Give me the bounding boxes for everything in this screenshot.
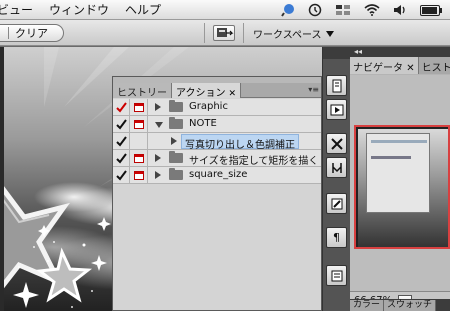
- clear-button-label: クリア: [15, 27, 48, 40]
- divider: [204, 23, 205, 43]
- check-icon: [116, 118, 127, 130]
- color-panel-tabs: カラー スウォッチ: [350, 299, 450, 311]
- action-row[interactable]: 写真切り出し＆色調補正: [113, 133, 321, 151]
- check-icon: [116, 152, 127, 164]
- action-set-row[interactable]: Graphic: [113, 99, 321, 116]
- menu-bar: ビュー ウィンドウ ヘルプ: [0, 0, 450, 20]
- wifi-icon[interactable]: [364, 4, 380, 16]
- action-set-row[interactable]: サイズを指定して矩形を描く: [113, 150, 321, 167]
- tab-navigator-label: ナビゲータ: [353, 63, 403, 74]
- action-label-selected: 写真切り出し＆色調補正: [181, 134, 299, 151]
- tab-actions-label: アクション: [176, 88, 226, 99]
- play-icon[interactable]: [326, 99, 347, 120]
- check-icon: [116, 135, 127, 147]
- dialog-toggle[interactable]: [130, 150, 148, 166]
- check-icon: [116, 169, 127, 181]
- tab-history-2-label: ヒスト: [421, 63, 450, 74]
- toggle-checkbox[interactable]: [114, 99, 130, 115]
- sync-icon[interactable]: [281, 3, 295, 17]
- action-set-row[interactable]: square_size: [113, 167, 321, 184]
- paragraph-icon[interactable]: ¶: [326, 227, 347, 248]
- panel-menu-icon[interactable]: ▾≡: [308, 85, 319, 94]
- notes-icon[interactable]: [326, 265, 347, 286]
- navigator-preview-area: [350, 75, 450, 291]
- swap-icon[interactable]: [326, 157, 347, 178]
- collapse-triangle-icon[interactable]: [155, 122, 163, 128]
- close-icon[interactable]: ✕: [406, 63, 414, 74]
- actions-list: Graphic NOTE 写真切り出し＆色調補正 サイズを指定して矩形を描く s…: [113, 99, 321, 184]
- divider: [243, 23, 244, 43]
- action-set-row[interactable]: NOTE: [113, 116, 321, 133]
- navigator-tabs: ナビゲータ ✕ ヒスト: [350, 57, 450, 74]
- navigator-panel: ◂◂ ナビゲータ ✕ ヒスト 66.67% カラー スウォッチ: [350, 47, 450, 311]
- photoshop-window: ビュー ウィンドウ ヘルプ クリア ワークスペース ヒストリー アクション ✕ …: [0, 0, 450, 311]
- folder-icon: [169, 117, 183, 129]
- toggle-checkbox[interactable]: [114, 116, 130, 132]
- bridge-icon: [217, 28, 234, 37]
- expand-triangle-icon[interactable]: [155, 103, 161, 111]
- workspace-menu[interactable]: ワークスペース: [253, 26, 334, 41]
- menu-window[interactable]: ウィンドウ: [49, 1, 109, 18]
- folder-icon: [169, 151, 183, 163]
- check-icon-red: [116, 101, 127, 113]
- dialog-icon: [133, 153, 144, 163]
- folder-icon: [169, 100, 183, 112]
- menu-view[interactable]: ビュー: [0, 1, 33, 18]
- action-set-label: square_size: [189, 169, 248, 180]
- toggle-checkbox[interactable]: [114, 150, 130, 166]
- action-set-label: サイズを指定して矩形を描く: [189, 156, 319, 167]
- volume-icon[interactable]: [393, 4, 407, 16]
- brush-preset-icon[interactable]: [326, 193, 347, 214]
- action-set-label: NOTE: [189, 118, 217, 129]
- expand-triangle-icon[interactable]: [155, 154, 161, 162]
- dialog-icon: [133, 119, 144, 129]
- actions-panel: ヒストリー アクション ✕ ▾≡ Graphic NOTE 写真切り出し＆色調補…: [112, 76, 322, 311]
- divider: [8, 27, 9, 39]
- panel-dock: ¶: [322, 47, 351, 311]
- time-machine-icon[interactable]: [308, 3, 322, 17]
- tab-color[interactable]: カラー: [350, 300, 385, 311]
- toggle-checkbox[interactable]: [114, 167, 130, 183]
- battery-icon[interactable]: [420, 4, 442, 16]
- dialog-icon: [133, 102, 144, 112]
- tab-history-2[interactable]: ヒスト: [418, 57, 450, 74]
- close-icon[interactable]: ✕: [229, 89, 237, 99]
- bridge-button[interactable]: [213, 25, 235, 41]
- expand-triangle-icon[interactable]: [171, 137, 177, 145]
- dialog-toggle[interactable]: [130, 167, 148, 183]
- tools-icon[interactable]: [326, 133, 347, 154]
- action-set-label: Graphic: [189, 101, 228, 112]
- workspace-label: ワークスペース: [253, 30, 322, 41]
- chevron-down-icon: [325, 30, 334, 37]
- toggle-checkbox[interactable]: [114, 133, 130, 149]
- tab-navigator[interactable]: ナビゲータ ✕: [350, 57, 419, 74]
- panel-grip[interactable]: ◂◂: [350, 47, 450, 57]
- panel-tabs: ヒストリー アクション ✕: [113, 83, 321, 99]
- status-tray: [281, 0, 450, 20]
- tab-history[interactable]: ヒストリー: [113, 83, 172, 99]
- tab-history-label: ヒストリー: [117, 88, 167, 99]
- folder-icon: [169, 168, 183, 180]
- thumbnail-dialog-image: [366, 133, 430, 213]
- options-bar: クリア ワークスペース: [0, 20, 450, 46]
- dialog-icon: [133, 170, 144, 180]
- dialog-toggle[interactable]: [130, 116, 148, 132]
- tab-swatches[interactable]: スウォッチ: [384, 300, 437, 311]
- dialog-toggle[interactable]: [130, 133, 148, 149]
- navigator-thumbnail[interactable]: [354, 125, 450, 249]
- tab-actions[interactable]: アクション ✕: [172, 83, 242, 99]
- history-doc-icon[interactable]: [326, 75, 347, 96]
- spaces-icon[interactable]: [335, 4, 351, 16]
- dock-grip[interactable]: [323, 47, 351, 59]
- dialog-toggle[interactable]: [130, 99, 148, 115]
- menu-help[interactable]: ヘルプ: [125, 1, 161, 18]
- expand-triangle-icon[interactable]: [155, 171, 161, 179]
- clear-button[interactable]: クリア: [0, 24, 64, 42]
